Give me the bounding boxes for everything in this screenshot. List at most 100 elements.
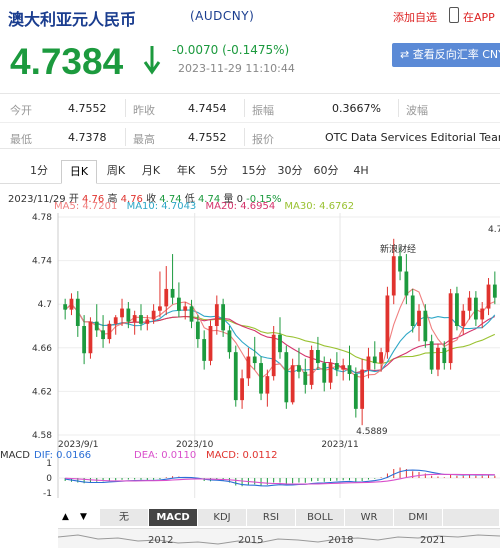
stat-value-source: OTC Data Services Editorial Team xyxy=(325,131,500,144)
tab-monthly[interactable]: 月K xyxy=(136,160,166,184)
kline-chart[interactable]: 4.78 4.74 4.7 4.66 4.62 4.58 2023/9/1 2023/10 20… xyxy=(0,210,500,508)
candle-body xyxy=(404,271,409,296)
tab-yearly[interactable]: 年K xyxy=(171,160,201,184)
tab-weekly[interactable]: 周K xyxy=(101,160,131,184)
candle-body xyxy=(69,298,74,310)
candle-body xyxy=(410,295,415,326)
candle-body xyxy=(297,365,301,372)
candle-body xyxy=(278,334,282,353)
open-in-app-link[interactable]: 在APP xyxy=(463,9,495,25)
x-tick-label: 2023/10 xyxy=(176,440,214,450)
x-tick-label: 2023/11 xyxy=(321,440,358,450)
tab-5min[interactable]: 5分 xyxy=(206,160,232,184)
indicator-tab-dmi[interactable]: DMI xyxy=(394,509,443,526)
candle-body xyxy=(82,326,87,354)
indicator-tab-wr[interactable]: WR xyxy=(345,509,394,526)
candle-body xyxy=(461,310,466,326)
candle-body xyxy=(259,363,263,394)
y-tick-label: 4.7 xyxy=(38,300,52,310)
indicator-tab-kdj[interactable]: KDJ xyxy=(198,509,247,526)
candle-body xyxy=(436,347,440,370)
macd-y-label: 0 xyxy=(46,474,52,484)
range-navigator[interactable]: 2012 2015 2018 2021 xyxy=(58,528,500,548)
reverse-rate-button[interactable]: ⇄ 查看反向汇率 CNY xyxy=(392,43,500,67)
watermark: 新浪财经 xyxy=(380,243,416,255)
stat-label-prev-close: 昨收 xyxy=(133,104,155,117)
stat-value-low: 4.7378 xyxy=(68,131,107,144)
candle-body xyxy=(492,284,497,298)
indicator-tabs: 无 MACD KDJ RSI BOLL WR DMI xyxy=(58,509,500,526)
tab-60min[interactable]: 60分 xyxy=(310,160,342,184)
divider xyxy=(398,99,399,117)
macd-title: MACD xyxy=(0,450,30,461)
tab-4h[interactable]: 4H xyxy=(346,160,376,184)
macd-value-legend: MACD: 0.0112 xyxy=(206,450,278,461)
stat-label-amplitude: 振幅 xyxy=(252,104,274,117)
indicator-tab-rsi[interactable]: RSI xyxy=(247,509,296,526)
divider xyxy=(125,128,126,146)
indicator-tab-spacer xyxy=(443,509,500,526)
candle-body xyxy=(63,304,68,310)
add-watchlist-button[interactable]: 添加自选 xyxy=(393,9,437,25)
candle-body xyxy=(429,341,434,370)
candle-body xyxy=(195,321,200,340)
candle-body xyxy=(75,298,80,326)
candle-body xyxy=(309,349,314,385)
price-change: -0.0070 (-0.1475%) xyxy=(172,43,290,57)
candle-body xyxy=(208,326,213,361)
stat-label-range: 波幅 xyxy=(406,104,428,117)
candle-body xyxy=(183,306,188,311)
divider xyxy=(244,128,245,146)
stat-value-amplitude: 0.3667% xyxy=(332,102,381,115)
stat-value-prev-close: 4.7454 xyxy=(188,102,227,115)
candle-body xyxy=(334,363,339,370)
candle-body xyxy=(151,310,156,320)
candle-body xyxy=(94,321,99,331)
candle-body xyxy=(202,339,207,361)
candles xyxy=(63,238,497,426)
candle-body xyxy=(126,308,131,322)
candle-body xyxy=(177,297,181,311)
candle-body xyxy=(303,371,308,385)
candle-body xyxy=(455,293,459,326)
candle-body xyxy=(271,334,276,377)
candle-body xyxy=(101,330,105,340)
macd-y-label: -1 xyxy=(43,489,52,499)
candle-body xyxy=(341,365,346,370)
indicator-tab-macd[interactable]: MACD xyxy=(149,509,198,526)
candle-body xyxy=(372,356,377,364)
candle-body xyxy=(391,256,396,296)
candle-body xyxy=(290,365,295,403)
y-tick-label: 4.62 xyxy=(32,387,52,397)
candle-body xyxy=(189,306,194,322)
candle-body xyxy=(164,288,169,307)
indicator-tab-none[interactable]: 无 xyxy=(100,509,149,526)
current-price: 4.7384 xyxy=(10,41,124,82)
candle-body xyxy=(132,315,137,322)
candle-body xyxy=(486,284,491,309)
navigator-year: 2018 xyxy=(328,535,354,546)
navigator-year: 2012 xyxy=(148,535,174,546)
candle-body xyxy=(423,310,428,342)
candle-body xyxy=(480,308,485,320)
stats-row: 今开 4.7552 昨收 4.7454 振幅 0.3667% 波幅 xyxy=(0,94,500,122)
tab-15min[interactable]: 15分 xyxy=(238,160,270,184)
candle-body xyxy=(284,352,289,403)
tab-daily[interactable]: 日K xyxy=(61,160,97,184)
candle-body xyxy=(467,297,472,311)
tab-1min[interactable]: 1分 xyxy=(24,160,54,184)
tab-30min[interactable]: 30分 xyxy=(274,160,306,184)
candle-body xyxy=(120,308,124,318)
instrument-title: 澳大利亚元人民币 xyxy=(8,10,137,29)
candle-body xyxy=(347,365,352,374)
candle-body xyxy=(360,369,365,409)
navigator-year: 2015 xyxy=(238,535,264,546)
stat-value-high: 4.7552 xyxy=(188,131,227,144)
candle-body xyxy=(473,297,478,320)
down-arrow-icon xyxy=(143,46,161,75)
high-price-annotation: 4.76 xyxy=(488,225,500,235)
candle-body xyxy=(442,347,447,364)
indicator-tab-boll[interactable]: BOLL xyxy=(296,509,345,526)
candle-body xyxy=(398,256,402,272)
stat-label-open: 今开 xyxy=(10,104,32,117)
